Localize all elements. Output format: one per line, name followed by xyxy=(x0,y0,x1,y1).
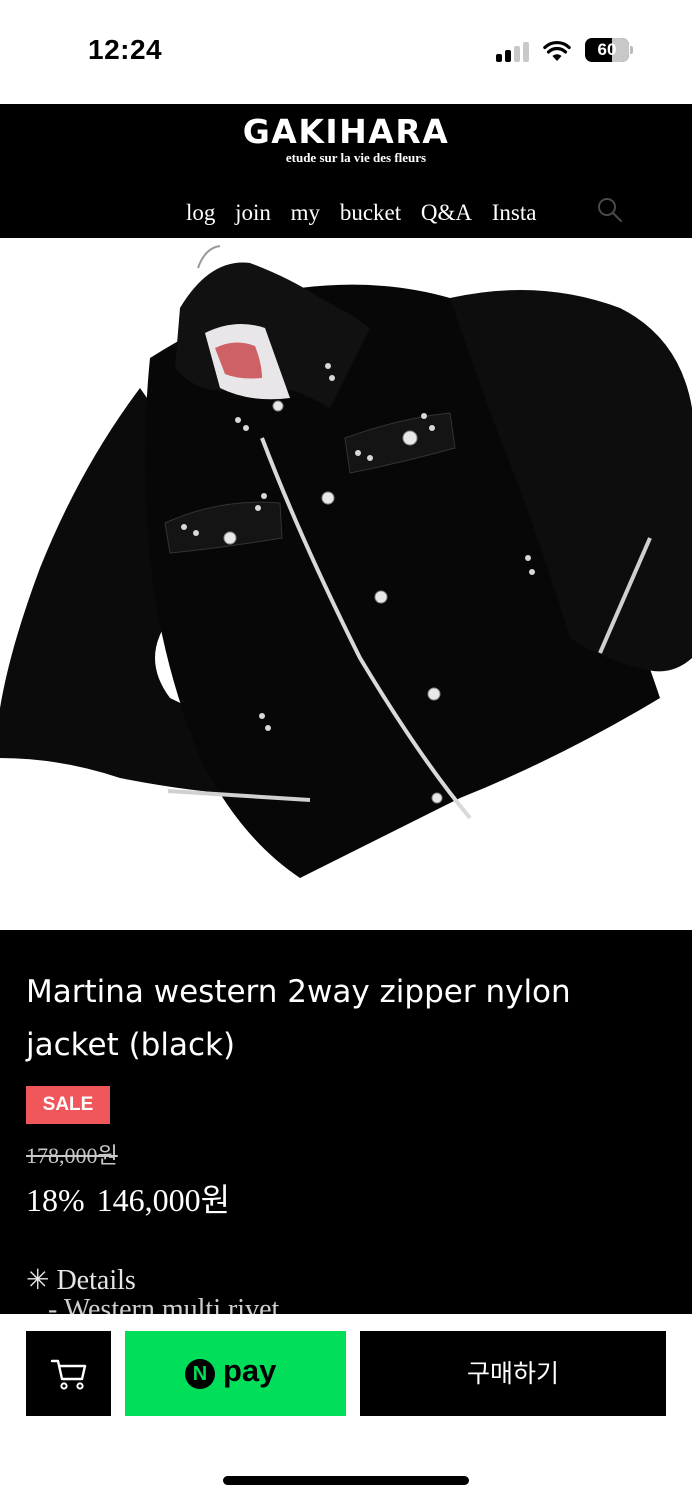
product-title: Martina western 2way zipper nylon jacket… xyxy=(26,974,571,1063)
sale-price: 18% 146,000원 xyxy=(26,1175,242,1221)
price-value: 146,000원 xyxy=(96,1182,231,1218)
sale-badge: SALE xyxy=(26,1086,110,1124)
site-logo[interactable]: GAKIHARA xyxy=(0,112,692,151)
nav-item-my[interactable]: my xyxy=(291,200,320,226)
site-tagline: etude sur la vie des fleurs xyxy=(285,150,427,165)
details-heading: ✳ Details xyxy=(26,1265,136,1296)
nav-item-insta[interactable]: Insta xyxy=(492,200,537,226)
status-time: 12:24 xyxy=(88,34,163,65)
site-header: GAKIHARA etude sur la vie des fleurs log… xyxy=(0,104,692,238)
nav-item-qa[interactable]: Q&A xyxy=(421,200,472,226)
nav-item-log[interactable]: log xyxy=(186,200,215,226)
product-info: Martina western 2way zipper nylon jacket… xyxy=(0,930,692,1314)
battery-level: 60 xyxy=(597,40,617,59)
status-bar: 12:24 60 xyxy=(0,0,692,104)
details-line: - Western multi rivet xyxy=(48,1294,280,1314)
main-nav: log join my bucket Q&A Insta xyxy=(186,200,550,226)
nav-item-join[interactable]: join xyxy=(235,200,271,226)
home-indicator[interactable] xyxy=(223,1476,469,1485)
npay-button[interactable]: N pay xyxy=(125,1331,346,1416)
cart-button[interactable] xyxy=(26,1331,111,1416)
battery-icon: 60 xyxy=(585,38,633,62)
npay-logo-icon: N xyxy=(185,1359,215,1389)
discount-rate: 18% xyxy=(26,1182,85,1218)
product-image[interactable] xyxy=(0,238,692,930)
nav-item-bucket[interactable]: bucket xyxy=(340,200,401,226)
bottom-action-bar: N pay 구매하기 xyxy=(0,1314,692,1500)
buy-now-button[interactable]: 구매하기 xyxy=(360,1331,666,1416)
original-price: 178,000원 xyxy=(26,1143,118,1168)
wifi-icon xyxy=(543,40,571,61)
cart-icon xyxy=(50,1359,87,1390)
search-icon[interactable] xyxy=(596,196,624,224)
signal-icon xyxy=(496,42,532,62)
npay-label: pay xyxy=(223,1353,277,1388)
black-jacket-photo xyxy=(0,238,692,930)
